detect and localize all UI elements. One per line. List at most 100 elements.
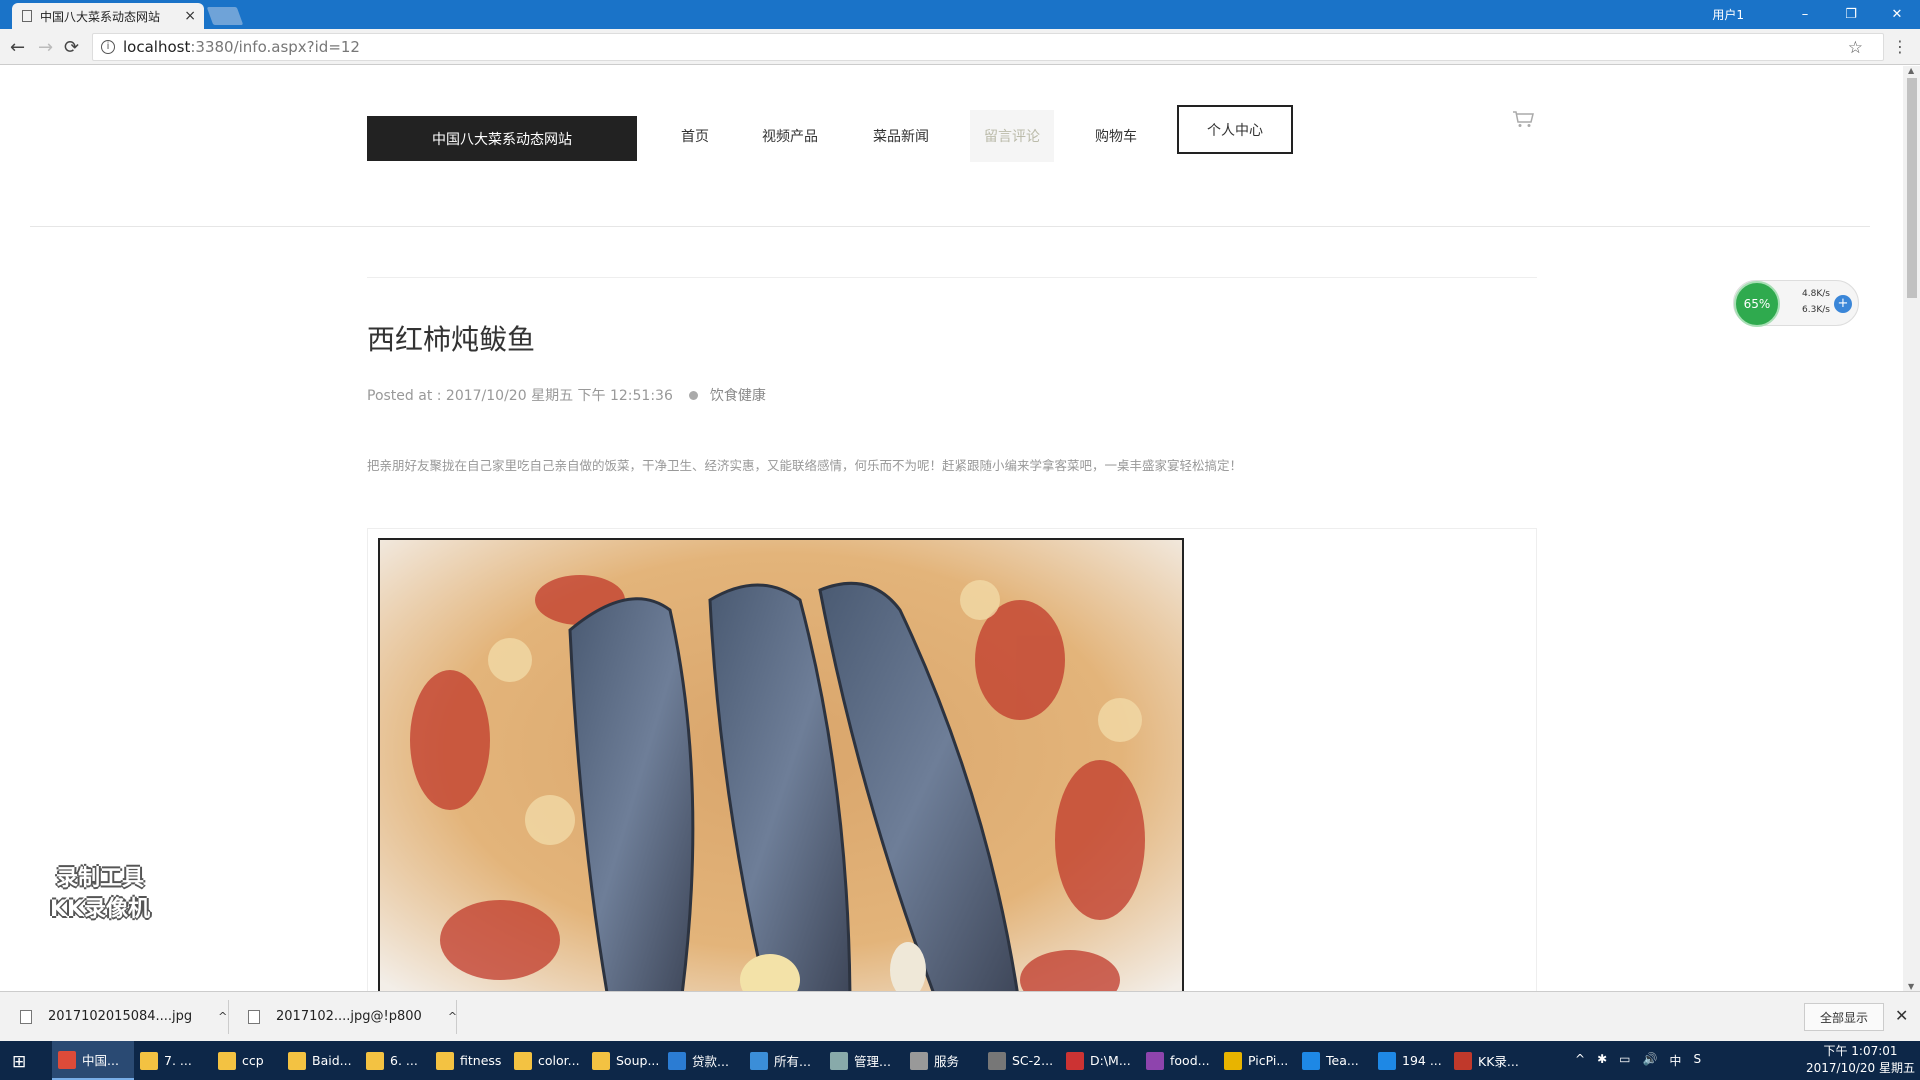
restore-button[interactable]: ❐ [1828,7,1874,22]
taskbar-item[interactable]: 贷款... [662,1041,744,1080]
nav-dish-news[interactable]: 菜品新闻 [873,126,929,146]
close-download-bar-icon[interactable]: ✕ [1895,1006,1908,1025]
app-icon [910,1051,928,1070]
browser-menu-icon[interactable]: ⋮ [1892,37,1908,56]
taskbar-item-label: 6. ... [390,1053,418,1068]
app-icon [288,1051,306,1070]
site-logo[interactable]: 中国八大菜系动态网站 [367,116,637,161]
minimize-button[interactable]: – [1782,7,1828,22]
nav-comments[interactable]: 留言评论 [970,110,1054,162]
taskbar-item[interactable]: D:\M... [1060,1041,1140,1080]
back-icon[interactable]: ← [10,37,25,58]
taskbar-item[interactable]: KK录... [1448,1041,1526,1080]
taskbar-clock[interactable]: 下午 1:07:01 2017/10/20 星期五 [1806,1043,1915,1077]
file-icon [248,1009,260,1024]
app-icon [1454,1051,1472,1070]
page-icon [22,10,32,22]
watermark-line-1: 录制工具 [55,866,144,891]
taskbar-item-label: 7. ... [164,1053,192,1068]
new-tab-button[interactable] [206,7,244,25]
plus-icon[interactable]: + [1834,295,1852,313]
tab-close-icon[interactable]: × [184,8,196,24]
bookmark-star-icon[interactable]: ☆ [1848,38,1863,58]
article-summary: 把亲朋好友聚拢在自己家里吃自己亲自做的饭菜，干净卫生、经济实惠，又能联络感情，何… [367,458,1243,473]
profile-user-label[interactable]: 用户1 [1712,6,1744,23]
address-host: localhost [123,38,191,56]
taskbar-item-label: D:\M... [1090,1053,1131,1068]
close-window-button[interactable]: ✕ [1874,7,1920,22]
download-item[interactable]: 2017102015084....jpg ^ [20,1009,227,1024]
app-icon [218,1051,236,1070]
taskbar-item[interactable]: color... [508,1041,586,1080]
scroll-up-icon[interactable]: ▲ [1908,66,1914,75]
start-button[interactable]: ⊞ [12,1052,26,1072]
app-icon [1066,1051,1084,1070]
system-tray: ^ ✱ ▭ 🔊 中 S [1575,1052,1701,1069]
browser-tab[interactable]: 中国八大菜系动态网站 × [12,3,204,29]
cart-icon[interactable] [1512,110,1534,128]
net-up-speed: 4.8K/s [1802,289,1830,299]
app-icon [366,1051,384,1070]
page-scrollbar[interactable]: ▲ ▼ [1903,66,1920,991]
content-divider [367,277,1537,278]
article-meta: Posted at : 2017/10/20 星期五 下午 12:51:36 饮… [367,385,766,405]
taskbar-item[interactable]: Tea... [1296,1041,1372,1080]
app-icon [514,1051,532,1070]
bluetooth-icon[interactable]: ✱ [1597,1052,1607,1069]
taskbar-item[interactable]: 194 ... [1372,1041,1448,1080]
personal-center-button[interactable]: 个人中心 [1177,105,1293,154]
stewed-fish-image [380,540,1182,991]
reload-icon[interactable]: ⟳ [64,37,79,58]
download-item[interactable]: 2017102....jpg@!p800 ^ [248,1009,457,1024]
taskbar-item[interactable]: fitness [430,1041,508,1080]
taskbar-item-label: KK录... [1478,1054,1519,1069]
taskbar-item-label: Soup... [616,1053,660,1068]
address-input[interactable]: i localhost :3380/info.aspx?id=12 ☆ [92,33,1884,61]
nav-video-products[interactable]: 视频产品 [762,126,818,146]
battery-icon[interactable]: ▭ [1619,1052,1630,1069]
chevron-up-icon[interactable]: ^ [218,1010,227,1023]
taskbar-item[interactable]: food... [1140,1041,1218,1080]
taskbar-item[interactable]: 管理... [824,1041,904,1080]
taskbar-item[interactable]: 7. ... [134,1041,212,1080]
forward-icon[interactable]: → [38,37,53,58]
volume-icon[interactable]: 🔊 [1642,1052,1657,1069]
info-icon[interactable]: i [101,40,115,54]
taskbar-item-label: ccp [242,1053,264,1068]
taskbar-item-label: 服务 [934,1054,960,1069]
address-toolbar: ← → ⟳ i localhost :3380/info.aspx?id=12 … [0,29,1920,65]
ime-icon[interactable]: 中 [1669,1052,1681,1069]
app-icon [668,1051,686,1070]
taskbar-item[interactable]: ccp [212,1041,282,1080]
taskbar-item[interactable]: SC-2... [982,1041,1060,1080]
taskbar-item[interactable]: 中国... [52,1041,134,1080]
taskbar-item-label: 管理... [854,1054,891,1069]
taskbar-item-label: SC-2... [1012,1053,1054,1068]
taskbar-item[interactable]: PicPi... [1218,1041,1296,1080]
tray-expand-icon[interactable]: ^ [1575,1052,1585,1069]
dish-photo [378,538,1184,991]
taskbar-item-label: 194 ... [1402,1053,1442,1068]
app-icon [140,1051,158,1070]
scroll-thumb[interactable] [1907,78,1917,298]
taskbar-item[interactable]: Soup... [586,1041,662,1080]
sogou-icon[interactable]: S [1693,1052,1701,1069]
recorder-watermark: 录制工具 KK录像机 [30,863,170,925]
download-separator [456,1000,457,1034]
nav-home[interactable]: 首页 [681,126,709,146]
show-all-downloads-button[interactable]: 全部显示 [1804,1003,1884,1031]
article-category[interactable]: 饮食健康 [710,385,766,405]
taskbar-item[interactable]: 6. ... [360,1041,430,1080]
app-icon [1146,1051,1164,1070]
scroll-down-icon[interactable]: ▼ [1908,982,1914,991]
taskbar-item-label: food... [1170,1053,1210,1068]
taskbar-item[interactable]: Baid... [282,1041,360,1080]
taskbar-item[interactable]: 所有... [744,1041,824,1080]
taskbar-item[interactable]: 服务 [904,1041,982,1080]
browser-titlebar: 中国八大菜系动态网站 × 用户1 – ❐ ✕ [0,0,1920,29]
nav-cart[interactable]: 购物车 [1095,126,1137,146]
app-icon [1378,1051,1396,1070]
app-icon [1302,1051,1320,1070]
network-speed-widget[interactable]: 65% 4.8K/s 6.3K/s + [1733,280,1859,327]
taskbar-item-label: fitness [460,1053,502,1068]
